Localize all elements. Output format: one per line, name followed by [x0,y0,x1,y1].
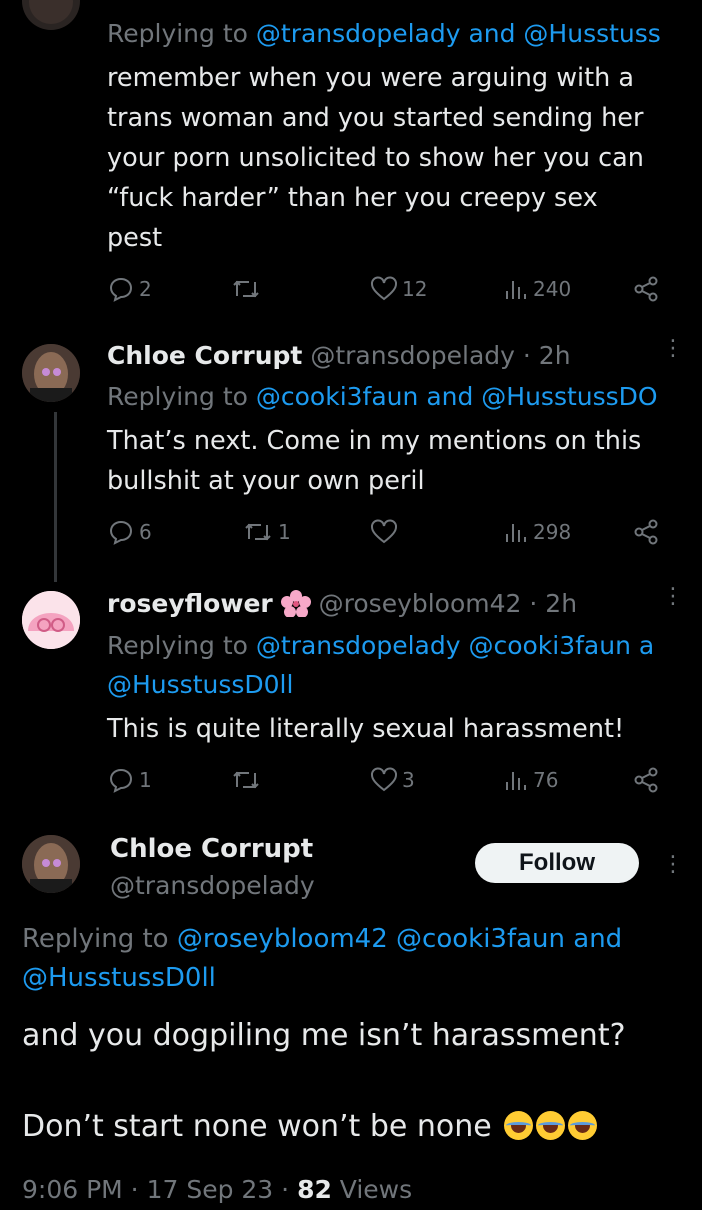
replying-to: Replying to @transdopelady and @Husstuss [107,19,661,48]
handle[interactable]: @transdopelady [310,341,515,370]
follow-button[interactable]: Follow [475,843,639,883]
tweet-text-line: your porn unsolicited to show her you ca… [107,143,644,173]
repost-icon [233,771,259,789]
tweet-header: Chloe Corrupt @transdopelady · 2h [107,336,571,376]
share-button[interactable] [633,519,659,545]
views-icon [506,772,526,790]
tweet-text-line: remember when you were arguing with a [107,63,635,93]
views-button[interactable]: 76 [503,767,558,793]
mention-link[interactable]: @HusstussD0ll [22,958,216,998]
tweet-text-line: “fuck harder” than her you creepy sex [107,183,598,213]
tweet-meta: 9:06 PM · 17 Sep 23 · 82 Views [22,1170,412,1210]
views-button[interactable]: 240 [503,276,571,302]
replying-to: Replying to @cooki3faun and @HusstussDO [107,382,658,411]
reply-icon [109,277,133,302]
heart-icon [371,767,397,792]
laughing-emoji-icon [501,1109,598,1144]
mention-link[interactable]: @HusstussD0ll [107,665,293,705]
views-icon [506,524,526,542]
timestamp[interactable]: · 2h [523,341,571,370]
repost-icon [233,280,259,298]
reply-button[interactable]: 1 [107,767,152,793]
cherry-blossom-icon [280,589,311,629]
replying-to: Replying to @roseybloom42 @cooki3faun an… [22,924,623,954]
avatar[interactable] [22,835,80,893]
more-options-icon[interactable]: ⋮ [662,586,684,608]
replying-to: Replying to @transdopelady @cooki3faun a [107,631,655,660]
avatar[interactable] [22,0,80,30]
mention-link[interactable]: @cooki3faun and @HusstussDO [256,382,658,411]
tweet-text-line: This is quite literally sexual harassmen… [107,714,625,744]
reply-button[interactable]: 6 [107,519,152,545]
mention-link[interactable]: @transdopelady and @Husstuss [256,19,661,48]
main-tweet-text-span: Don’t start none won’t be none [22,1109,492,1144]
tweet-text-line: That’s next. Come in my mentions on this [107,426,642,456]
heart-icon [371,519,397,544]
reply-count: 6 [139,520,152,544]
reply-count: 1 [139,768,152,792]
like-button[interactable]: 12 [370,276,427,302]
repost-button[interactable]: 1 [242,519,291,545]
tweet-header: roseyflower @roseybloom42 · 2h [107,584,577,629]
repost-button[interactable] [230,767,266,793]
repost-button[interactable] [230,276,266,302]
thread-line [54,412,57,582]
views-count: 240 [533,277,572,301]
avatar[interactable] [22,591,80,649]
reply-button[interactable]: 2 [107,276,152,302]
views-icon [506,281,526,299]
share-icon [634,276,658,302]
share-icon [634,767,658,793]
display-name[interactable]: roseyflower [107,589,273,618]
share-icon [634,519,658,545]
avatar[interactable] [22,344,80,402]
reply-count: 2 [139,277,152,301]
more-options-icon[interactable]: ⋮ [662,854,684,876]
repost-icon [245,523,271,541]
like-count: 12 [402,277,428,301]
like-button[interactable]: 3 [370,767,415,793]
tweet-text-line: pest [107,223,163,253]
tweet-text-line: bullshit at your own peril [107,466,425,496]
handle[interactable]: @roseybloom42 [319,589,522,618]
main-tweet-text: Don’t start none won’t be none [22,1105,598,1149]
mention-link[interactable]: @roseybloom42 @cooki3faun and [177,924,622,954]
reply-icon [109,520,133,545]
heart-icon [371,276,397,301]
like-count: 3 [402,768,415,792]
display-name[interactable]: Chloe Corrupt [107,341,302,370]
share-button[interactable] [633,767,659,793]
repost-count: 1 [278,520,291,544]
mention-link[interactable]: @transdopelady @cooki3faun a [256,631,654,660]
views-count: 298 [533,520,572,544]
timestamp[interactable]: · 2h [529,589,577,618]
share-button[interactable] [633,276,659,302]
display-name[interactable]: Chloe Corrupt [110,829,313,869]
handle[interactable]: @transdopelady [110,866,315,906]
views-count: 76 [533,768,559,792]
main-tweet-text: and you dogpiling me isn’t harassment? [22,1018,626,1053]
tweet-text-line: trans woman and you started sending her [107,103,644,133]
reply-icon [109,768,133,793]
more-options-icon[interactable]: ⋮ [662,338,684,360]
like-button[interactable] [370,519,402,545]
views-button[interactable]: 298 [503,519,571,545]
